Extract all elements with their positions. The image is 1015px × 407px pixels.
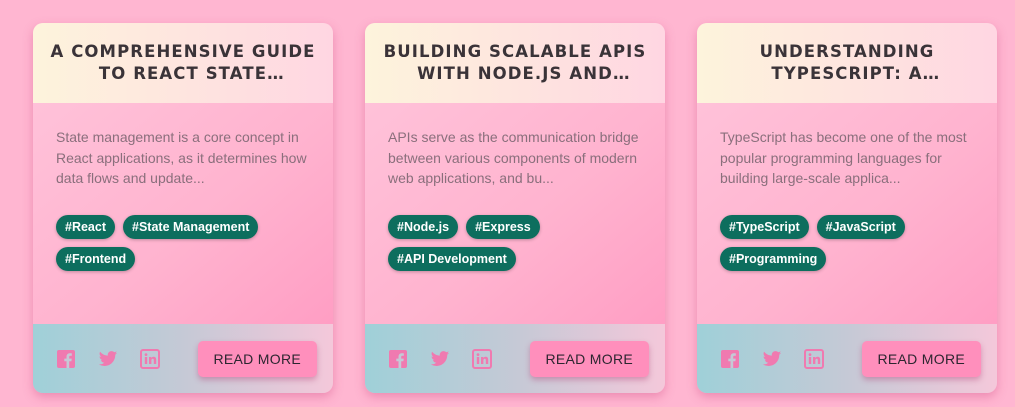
social-links [720, 348, 824, 369]
social-links [388, 348, 492, 369]
card-footer: READ MORE [33, 324, 333, 393]
tag-chip[interactable]: #Programming [720, 247, 827, 271]
card-title[interactable]: UNDERSTANDING TYPESCRIPT: A BEGINNER’S G… [711, 41, 983, 85]
twitter-icon[interactable] [762, 349, 782, 369]
twitter-icon[interactable] [430, 349, 450, 369]
tag-list: #Node.js #Express #API Development [388, 215, 648, 271]
tag-chip[interactable]: #Frontend [56, 247, 136, 271]
tag-list: #TypeScript #JavaScript #Programming [720, 215, 980, 271]
tag-chip[interactable]: #TypeScript [720, 215, 809, 239]
read-more-button[interactable]: READ MORE [197, 340, 317, 377]
linkedin-icon[interactable] [472, 348, 492, 369]
facebook-icon[interactable] [56, 349, 76, 369]
card-footer: READ MORE [697, 324, 997, 393]
card-body: APIs serve as the communication bridge b… [365, 103, 665, 324]
tag-chip[interactable]: #Express [466, 215, 540, 239]
read-more-button[interactable]: READ MORE [529, 340, 649, 377]
blog-card: A COMPREHENSIVE GUIDE TO REACT STATE MAN… [33, 23, 333, 393]
tag-chip[interactable]: #React [56, 215, 115, 239]
card-header: BUILDING SCALABLE APIS WITH NODE.JS AND … [365, 23, 665, 103]
blog-card-grid: A COMPREHENSIVE GUIDE TO REACT STATE MAN… [0, 0, 1015, 407]
card-excerpt: TypeScript has become one of the most po… [720, 129, 967, 186]
tag-chip[interactable]: #State Management [123, 215, 259, 239]
card-body: TypeScript has become one of the most po… [697, 103, 997, 324]
card-title[interactable]: BUILDING SCALABLE APIS WITH NODE.JS AND … [379, 41, 651, 85]
card-header: A COMPREHENSIVE GUIDE TO REACT STATE MAN… [33, 23, 333, 103]
tag-chip[interactable]: #Node.js [388, 215, 459, 239]
card-footer: READ MORE [365, 324, 665, 393]
card-excerpt: State management is a core concept in Re… [56, 129, 307, 186]
read-more-button[interactable]: READ MORE [861, 340, 981, 377]
card-title[interactable]: A COMPREHENSIVE GUIDE TO REACT STATE MAN… [47, 41, 319, 85]
card-excerpt: APIs serve as the communication bridge b… [388, 129, 639, 186]
facebook-icon[interactable] [720, 349, 740, 369]
linkedin-icon[interactable] [140, 348, 160, 369]
linkedin-icon[interactable] [804, 348, 824, 369]
card-body: State management is a core concept in Re… [33, 103, 333, 324]
tag-list: #React #State Management #Frontend [56, 215, 316, 271]
social-links [56, 348, 160, 369]
tag-chip[interactable]: #API Development [388, 247, 516, 271]
twitter-icon[interactable] [98, 349, 118, 369]
card-header: UNDERSTANDING TYPESCRIPT: A BEGINNER’S G… [697, 23, 997, 103]
facebook-icon[interactable] [388, 349, 408, 369]
tag-chip[interactable]: #JavaScript [816, 215, 905, 239]
blog-card: UNDERSTANDING TYPESCRIPT: A BEGINNER’S G… [697, 23, 997, 393]
blog-card: BUILDING SCALABLE APIS WITH NODE.JS AND … [365, 23, 665, 393]
